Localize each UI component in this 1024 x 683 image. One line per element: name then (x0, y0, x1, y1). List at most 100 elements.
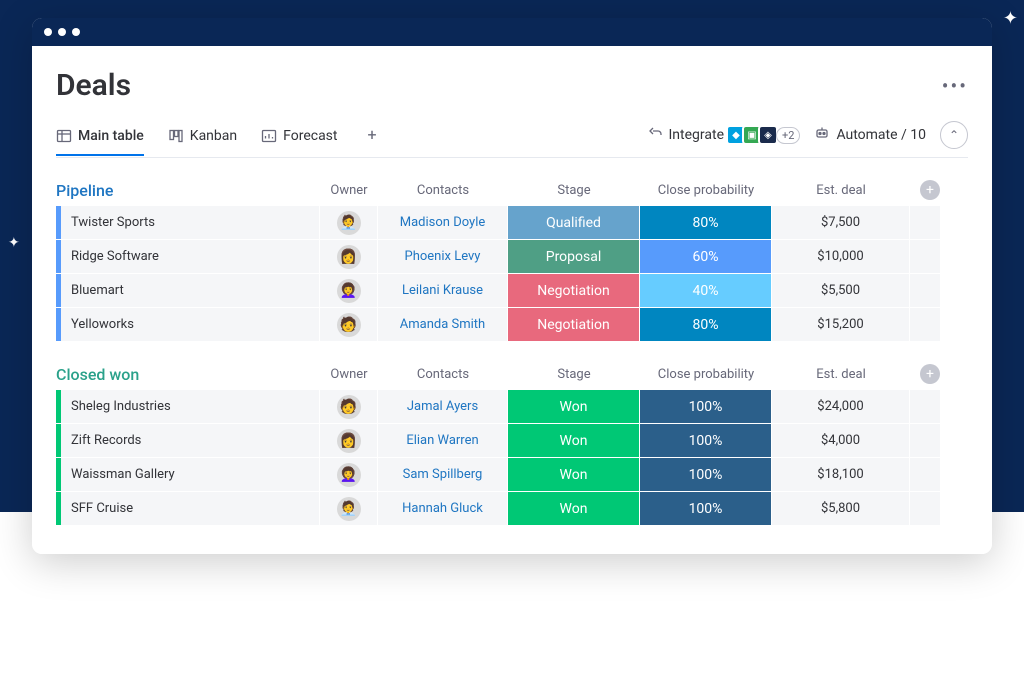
cell-stage[interactable]: Negotiation (508, 308, 640, 341)
cell-stage[interactable]: Won (508, 424, 640, 457)
plug-icon (647, 125, 663, 145)
cell-owner[interactable]: 👩‍🦱 (320, 274, 378, 307)
column-header-stage[interactable]: Stage (508, 183, 640, 198)
cell-name[interactable]: Sheleg Industries (56, 390, 320, 423)
cell-owner[interactable]: 👩 (320, 240, 378, 273)
table-row[interactable]: SFF Cruise 🧑‍💼 Hannah GluckWon100%$5,800 (56, 492, 968, 526)
column-header-deal[interactable]: Est. deal (772, 367, 910, 382)
table-row[interactable]: Bluemart👩‍🦱Leilani KrauseNegotiation40%$… (56, 274, 968, 308)
column-header-owner[interactable]: Owner (320, 367, 378, 382)
cell-owner[interactable]: 🧑‍💼 (320, 206, 378, 239)
column-header-owner[interactable]: Owner (320, 183, 378, 198)
avatar: 🧑‍💼 (337, 497, 361, 521)
column-header-probability[interactable]: Close probability (640, 183, 772, 198)
cell-end (910, 206, 940, 239)
cell-owner[interactable]: 👩‍🦱 (320, 458, 378, 491)
table-row[interactable]: Ridge Software👩Phoenix LevyProposal60%$1… (56, 240, 968, 274)
integrate-button[interactable]: Integrate ◆ ▣ ◈ +2 (647, 125, 801, 145)
cell-owner[interactable]: 🧑 (320, 308, 378, 341)
cell-stage[interactable]: Negotiation (508, 274, 640, 307)
cell-probability[interactable]: 40% (640, 274, 772, 307)
avatar: 🧑‍💼 (337, 211, 361, 235)
tab-main-table[interactable]: Main table (56, 124, 144, 156)
avatar: 🧑 (337, 395, 361, 419)
cell-est-deal[interactable]: $18,100 (772, 458, 910, 491)
add-column-button[interactable]: + (920, 180, 940, 200)
cell-est-deal[interactable]: $10,000 (772, 240, 910, 273)
cell-stage[interactable]: Won (508, 492, 640, 525)
cell-contact[interactable]: Jamal Ayers (378, 390, 508, 423)
cell-contact[interactable]: Madison Doyle (378, 206, 508, 239)
cell-est-deal[interactable]: $5,800 (772, 492, 910, 525)
cell-probability[interactable]: 100% (640, 390, 772, 423)
cell-est-deal[interactable]: $15,200 (772, 308, 910, 341)
page-content: Deals ••• Main table Kanban (32, 46, 992, 554)
kanban-icon (168, 128, 184, 144)
toolbar: Main table Kanban Forecast + (56, 121, 968, 158)
add-column-button[interactable]: + (920, 364, 940, 384)
group-title[interactable]: Pipeline (56, 181, 320, 200)
window-titlebar (32, 18, 992, 46)
column-header-contacts[interactable]: Contacts (378, 367, 508, 382)
cell-owner[interactable]: 🧑 (320, 390, 378, 423)
cell-probability[interactable]: 60% (640, 240, 772, 273)
cell-end (910, 308, 940, 341)
cell-probability[interactable]: 80% (640, 308, 772, 341)
cell-contact[interactable]: Phoenix Levy (378, 240, 508, 273)
tab-kanban[interactable]: Kanban (168, 124, 237, 154)
group: PipelineOwnerContactsStageClose probabil… (56, 180, 968, 342)
cell-est-deal[interactable]: $24,000 (772, 390, 910, 423)
group-title[interactable]: Closed won (56, 365, 320, 384)
cell-name[interactable]: Waissman Gallery (56, 458, 320, 491)
cell-probability[interactable]: 100% (640, 424, 772, 457)
cell-contact[interactable]: Elian Warren (378, 424, 508, 457)
robot-icon (814, 125, 830, 145)
cell-end (910, 424, 940, 457)
cell-name[interactable]: Yelloworks (56, 308, 320, 341)
integration-badges: ◆ ▣ ◈ +2 (730, 125, 800, 145)
window-dot (44, 28, 52, 36)
column-header-stage[interactable]: Stage (508, 367, 640, 382)
app-window: Deals ••• Main table Kanban (32, 18, 992, 554)
cell-contact[interactable]: Leilani Krause (378, 274, 508, 307)
automate-label: Automate / 10 (836, 127, 926, 143)
table-row[interactable]: Waissman Gallery👩‍🦱Sam SpillbergWon100%$… (56, 458, 968, 492)
cell-probability[interactable]: 100% (640, 492, 772, 525)
table-row[interactable]: Zift Records👩Elian WarrenWon100%$4,000 (56, 424, 968, 458)
cell-end (910, 458, 940, 491)
automate-button[interactable]: Automate / 10 (814, 125, 926, 145)
table-row[interactable]: Yelloworks🧑Amanda SmithNegotiation80%$15… (56, 308, 968, 342)
tab-label: Forecast (283, 128, 337, 144)
tab-forecast[interactable]: Forecast (261, 124, 337, 154)
cell-contact[interactable]: Amanda Smith (378, 308, 508, 341)
cell-name[interactable]: Ridge Software (56, 240, 320, 273)
collapse-button[interactable]: ⌃ (940, 121, 968, 149)
cell-stage[interactable]: Proposal (508, 240, 640, 273)
column-header-contacts[interactable]: Contacts (378, 183, 508, 198)
cell-probability[interactable]: 100% (640, 458, 772, 491)
cell-contact[interactable]: Hannah Gluck (378, 492, 508, 525)
cell-owner[interactable]: 👩 (320, 424, 378, 457)
table-row[interactable]: Twister Sports 🧑‍💼 Madison DoyleQualified8… (56, 206, 968, 240)
cell-name[interactable]: Zift Records (56, 424, 320, 457)
cell-est-deal[interactable]: $4,000 (772, 424, 910, 457)
cell-est-deal[interactable]: $7,500 (772, 206, 910, 239)
integrate-label: Integrate (669, 127, 725, 143)
add-view-button[interactable]: + (362, 125, 383, 154)
cell-stage[interactable]: Qualified (508, 206, 640, 239)
cell-est-deal[interactable]: $5,500 (772, 274, 910, 307)
table-row[interactable]: Sheleg Industries 🧑 Jamal AyersWon100%$24,… (56, 390, 968, 424)
cell-name[interactable]: Twister Sports (56, 206, 320, 239)
cell-contact[interactable]: Sam Spillberg (378, 458, 508, 491)
cell-stage[interactable]: Won (508, 458, 640, 491)
cell-stage[interactable]: Won (508, 390, 640, 423)
page-title: Deals (56, 68, 131, 103)
column-header-deal[interactable]: Est. deal (772, 183, 910, 198)
more-menu-button[interactable]: ••• (942, 74, 968, 98)
cell-name[interactable]: Bluemart (56, 274, 320, 307)
column-header-probability[interactable]: Close probability (640, 367, 772, 382)
cell-probability[interactable]: 80% (640, 206, 772, 239)
cell-end (910, 240, 940, 273)
cell-owner[interactable]: 🧑‍💼 (320, 492, 378, 525)
cell-name[interactable]: SFF Cruise (56, 492, 320, 525)
